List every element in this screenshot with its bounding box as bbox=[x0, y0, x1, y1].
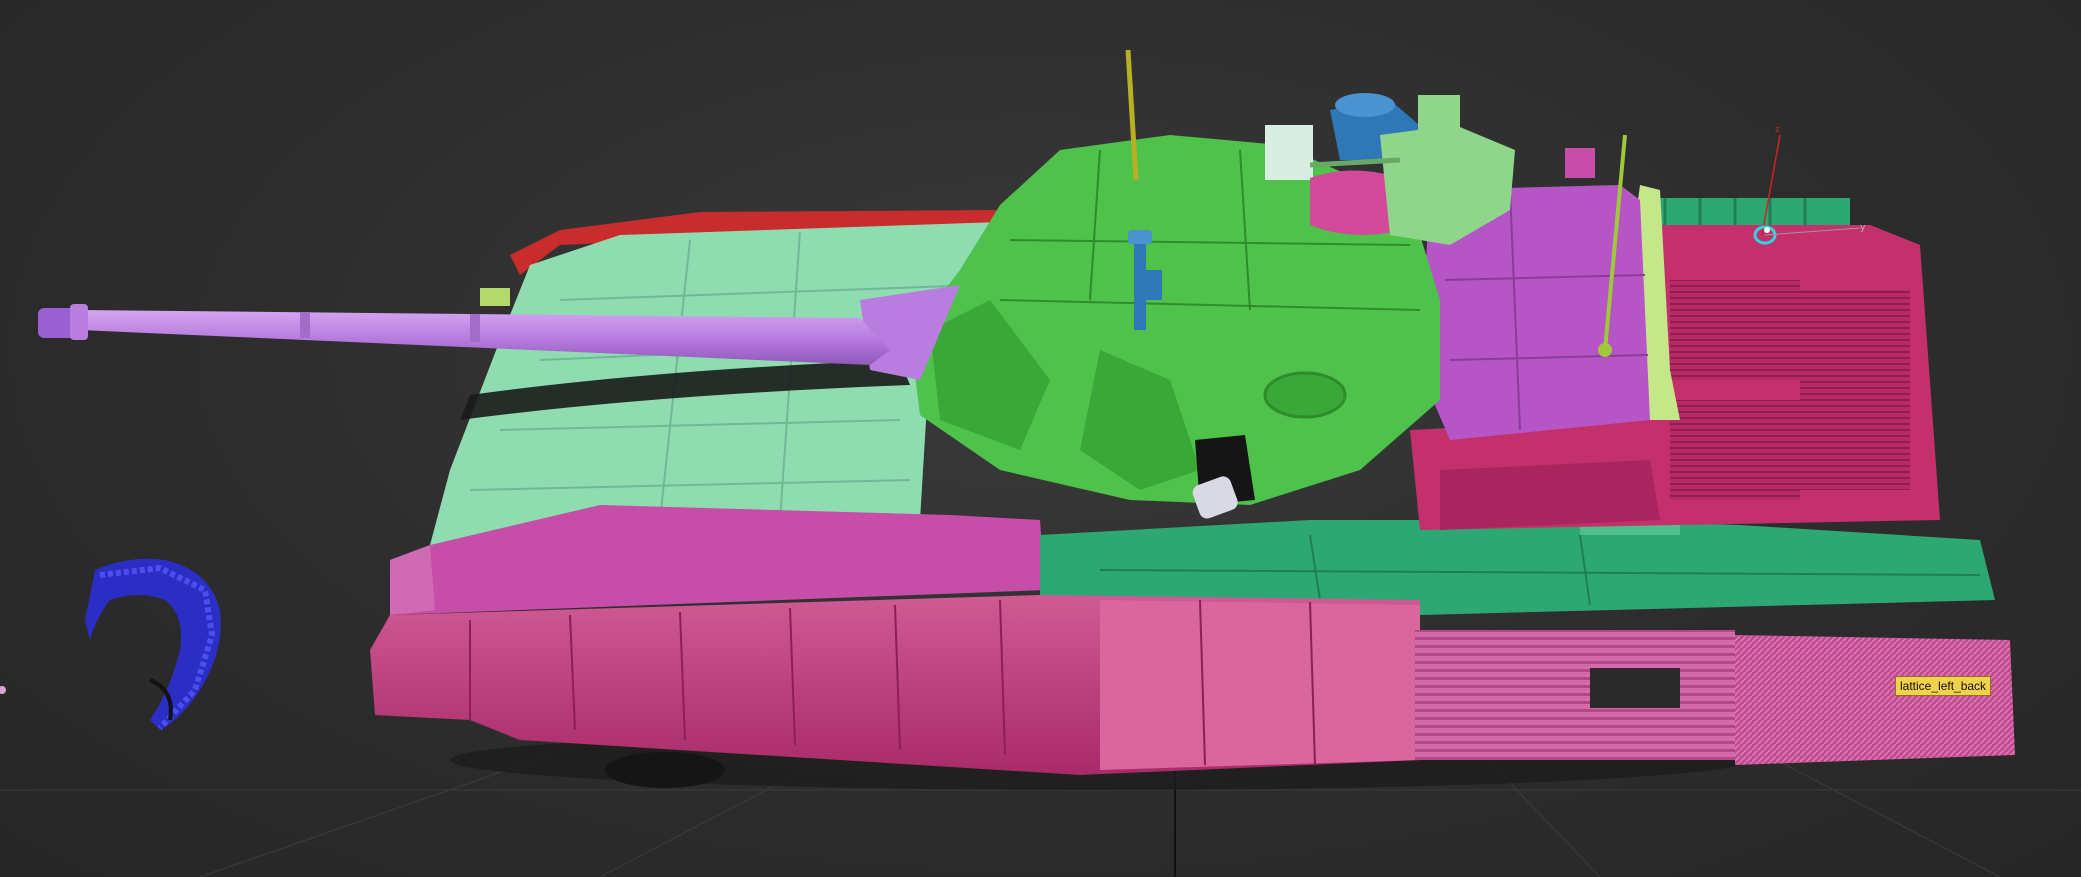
engine-grill-3 bbox=[1670, 400, 1800, 500]
sight-box-white bbox=[1265, 125, 1313, 180]
gun-barrel bbox=[80, 310, 890, 365]
engine-grill-2 bbox=[1800, 290, 1910, 490]
rear-rail-teal bbox=[1655, 198, 1850, 226]
engine-grill-1 bbox=[1670, 280, 1800, 380]
svg-text:y: y bbox=[1860, 223, 1866, 233]
object-name-tooltip: lattice_left_back bbox=[1895, 676, 1992, 696]
track-links-object bbox=[85, 558, 221, 731]
3d-viewport[interactable]: z y lattice_left_back bbox=[0, 0, 2081, 877]
hull-side-light-pink bbox=[1100, 600, 1420, 770]
tank-model-scene[interactable]: z y bbox=[0, 0, 2081, 877]
lattice-left-back bbox=[1735, 635, 2015, 765]
lattice-left-front bbox=[1415, 630, 1735, 760]
svg-text:z: z bbox=[1775, 125, 1780, 135]
road-wheel-shadow bbox=[605, 752, 725, 788]
